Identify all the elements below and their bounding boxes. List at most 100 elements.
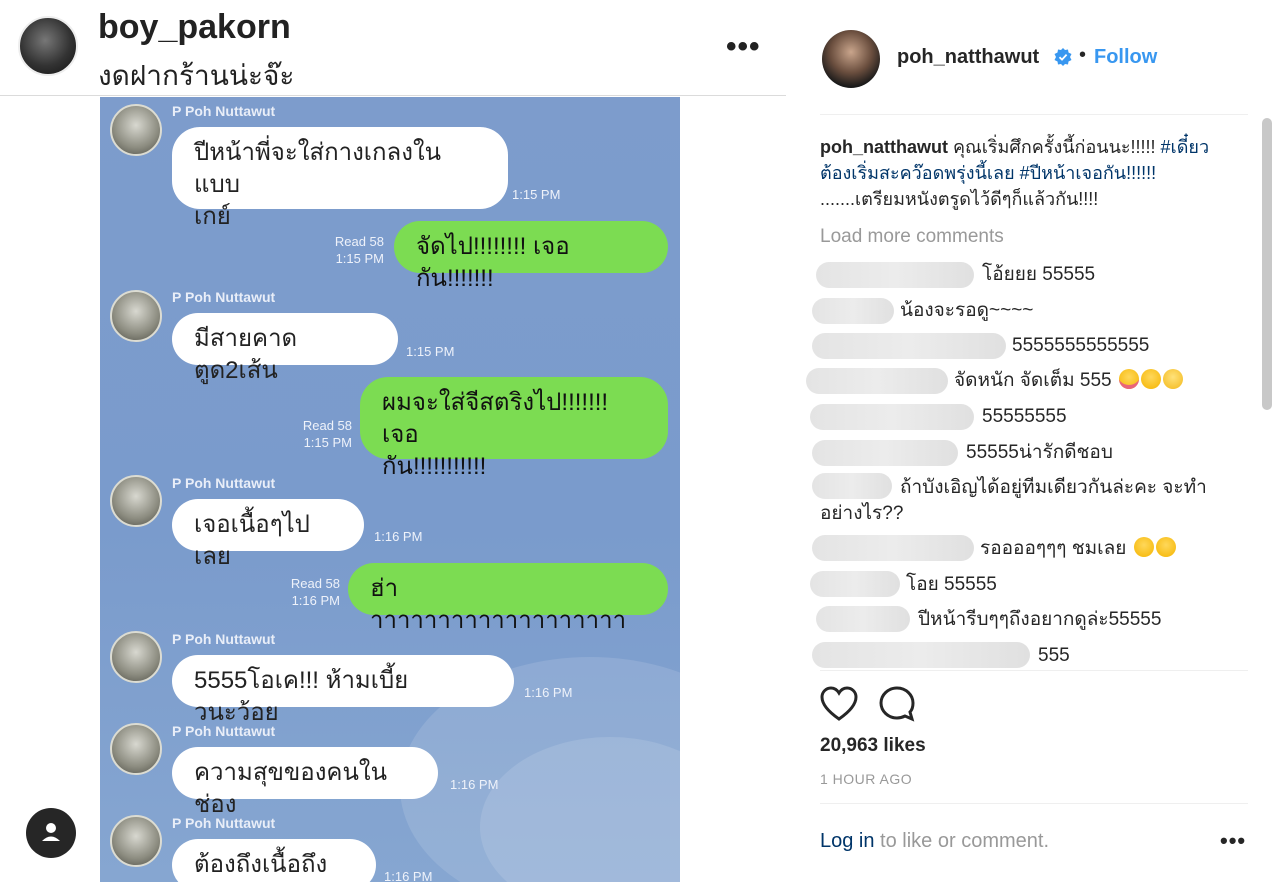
chat-avatar [110, 104, 162, 156]
comment-text: รออออๆๆๆ ชมเลย [980, 538, 1127, 559]
chat-sender-name: P Poh Nuttawut [172, 289, 276, 305]
chat-avatar [110, 475, 162, 527]
chat-text: ต้องถึงเนื้อถึงตัว [194, 851, 328, 878]
chat-text: จัดไป!!!!!!!! เจอกัน!!!!!!! [416, 233, 570, 292]
tears-of-joy-emoji-icon [1133, 537, 1154, 557]
post-username[interactable]: poh_natthawut [897, 46, 1039, 69]
chat-time: 1:16 PM [524, 685, 573, 700]
chat-time: 1:15 PM [303, 435, 352, 450]
blurred-username[interactable] [810, 571, 900, 597]
blurred-username[interactable] [810, 404, 974, 430]
blurred-username[interactable] [806, 368, 948, 394]
chat-avatar [110, 631, 162, 683]
comment-text: 55555555 [982, 406, 1067, 427]
comment-text: 5555555555555 [1012, 335, 1150, 356]
comment-text: ปีหน้ารีบๆๆถึงอยากดูล่ะ55555 [918, 609, 1162, 630]
comments-scrollbar[interactable] [1262, 118, 1272, 410]
tears-of-joy-emoji-icon [1155, 537, 1176, 557]
chat-sender-name: P Poh Nuttawut [172, 723, 276, 739]
more-options-icon[interactable]: ••• [726, 30, 761, 64]
hashtag-link[interactable]: #ปีหน้าเจอกัน!!!!!! [1020, 163, 1156, 183]
chat-text: กัน!!!!!!!!!!! [382, 453, 487, 480]
blurred-username[interactable] [812, 440, 958, 466]
chat-sender-name: P Poh Nuttawut [172, 815, 276, 831]
read-label: Read 58 [334, 234, 384, 249]
chat-text: เจอเนื้อๆไปเลย [194, 511, 310, 570]
chat-sender-name: P Poh Nuttawut [172, 103, 276, 119]
chat-time: 1:16 PM [384, 869, 433, 882]
blurred-username[interactable] [812, 333, 1006, 359]
chat-bubble-incoming: 5555โอเค!!! ห้ามเบี้ยวนะว้อย [172, 655, 514, 726]
chat-time: 1:15 PM [406, 344, 455, 359]
chat-time: 1:15 PM [512, 187, 561, 202]
comment-text: 55555น่ารักดีชอบ [966, 442, 1113, 463]
chat-bubble-incoming: มีสายคาดตูด2เส้น [172, 313, 398, 384]
blurred-username[interactable] [812, 642, 1030, 668]
left-post-header: boy_pakorn งดฝากร้านน่ะจ๊ะ ••• [0, 0, 786, 96]
chat-bubble-incoming: เจอเนื้อๆไปเลย [172, 499, 364, 570]
avatar[interactable] [822, 30, 880, 88]
tears-of-joy-emoji-icon [1140, 369, 1161, 389]
chat-text: มีสายคาดตูด2เส้น [194, 325, 298, 384]
comment-text: อย่างไร?? [820, 503, 904, 524]
blurred-username[interactable] [812, 473, 892, 499]
login-link[interactable]: Log in [820, 830, 875, 852]
blurred-username[interactable] [812, 298, 894, 324]
chat-read-receipt: Read 58 1:16 PM [276, 575, 340, 609]
read-label: Read 58 [302, 418, 352, 433]
post-timestamp: 1 HOUR AGO [820, 771, 913, 787]
comment-text: น้องจะรอดู~~~~ [900, 300, 1034, 321]
comment-text: โอ้ยยย 55555 [982, 264, 1096, 285]
divider [820, 803, 1248, 804]
follow-button[interactable]: Follow [1094, 46, 1157, 69]
comment-text: 555 [1038, 645, 1070, 666]
chat-bubble-incoming: ความสุขของคนในช่อง [172, 747, 438, 818]
chat-sender-name: P Poh Nuttawut [172, 475, 276, 491]
blurred-username[interactable] [816, 606, 910, 632]
comment-bubble-icon[interactable] [878, 685, 916, 723]
chat-time: 1:15 PM [335, 251, 384, 266]
comment-row: จัดหนัก จัดเต็ม 555 [954, 368, 1183, 394]
chat-bubble-outgoing: ฮ่าาาาาาาาาาาาาาาาาาาา [348, 563, 668, 634]
user-profile-button[interactable] [26, 808, 76, 858]
chat-text: 5555โอเค!!! ห้ามเบี้ยวนะว้อย [194, 667, 409, 726]
post-caption: poh_natthawut คุณเริ่มศึกครั้งนี้ก่อนนะ!… [820, 134, 1228, 212]
caption-text: .......เตรียมหนังตรูดไว้ดีๆก็แล้วกัน!!!! [820, 189, 1099, 209]
avatar[interactable] [18, 16, 78, 76]
divider [820, 114, 1248, 115]
comment-row: รออออๆๆๆ ชมเลย [980, 536, 1176, 562]
chat-avatar [110, 723, 162, 775]
more-options-icon[interactable]: ••• [1220, 828, 1246, 854]
read-label: Read 58 [290, 576, 340, 591]
chat-text: ความสุขของคนในช่อง [194, 759, 388, 818]
tongue-emoji-icon [1118, 369, 1139, 389]
verified-badge-icon [1054, 48, 1072, 66]
chat-screenshot-image: P Poh Nuttawut ปีหน้าพี่จะใส่กางเกลงในแบ… [100, 97, 680, 882]
chat-text: ผมจะใส่จีสตริงไป!!!!!!! เจอ [382, 389, 609, 448]
load-more-comments-link[interactable]: Load more comments [820, 226, 1004, 248]
blurred-username[interactable] [812, 535, 974, 561]
chat-bubble-outgoing: จัดไป!!!!!!!! เจอกัน!!!!!!! [394, 221, 668, 292]
left-caption: งดฝากร้านน่ะจ๊ะ [98, 60, 295, 91]
chat-text: ฮ่าาาาาาาาาาาาาาาาาาาา [370, 575, 627, 634]
grin-emoji-icon [1162, 369, 1183, 389]
chat-read-receipt: Read 58 1:15 PM [320, 233, 384, 267]
like-heart-icon[interactable] [820, 686, 858, 722]
comment-text: โอย 55555 [906, 574, 997, 595]
left-username[interactable]: boy_pakorn [98, 8, 291, 47]
chat-time: 1:16 PM [291, 593, 340, 608]
chat-bubble-outgoing: ผมจะใส่จีสตริงไป!!!!!!! เจอ กัน!!!!!!!!!… [360, 377, 668, 480]
chat-bubble-incoming: ต้องถึงเนื้อถึงตัว [172, 839, 376, 882]
comment-text: จัดหนัก จัดเต็ม 555 [954, 370, 1112, 391]
divider [820, 670, 1248, 671]
blurred-username[interactable] [816, 262, 974, 288]
chat-time: 1:16 PM [374, 529, 423, 544]
user-icon [42, 823, 60, 841]
comment-text: ถ้าบังเอิญได้อยู่ทีมเดียวกันล่ะคะ จะทำ [900, 477, 1207, 498]
chat-sender-name: P Poh Nuttawut [172, 631, 276, 647]
caption-username[interactable]: poh_natthawut [820, 137, 948, 157]
instagram-post-screen: boy_pakorn งดฝากร้านน่ะจ๊ะ ••• P Poh Nut… [0, 0, 1280, 882]
likes-count[interactable]: 20,963 likes [820, 735, 926, 757]
chat-text: ปีหน้าพี่จะใส่กางเกลงในแบบ [194, 139, 442, 198]
chat-read-receipt: Read 58 1:15 PM [288, 417, 352, 451]
